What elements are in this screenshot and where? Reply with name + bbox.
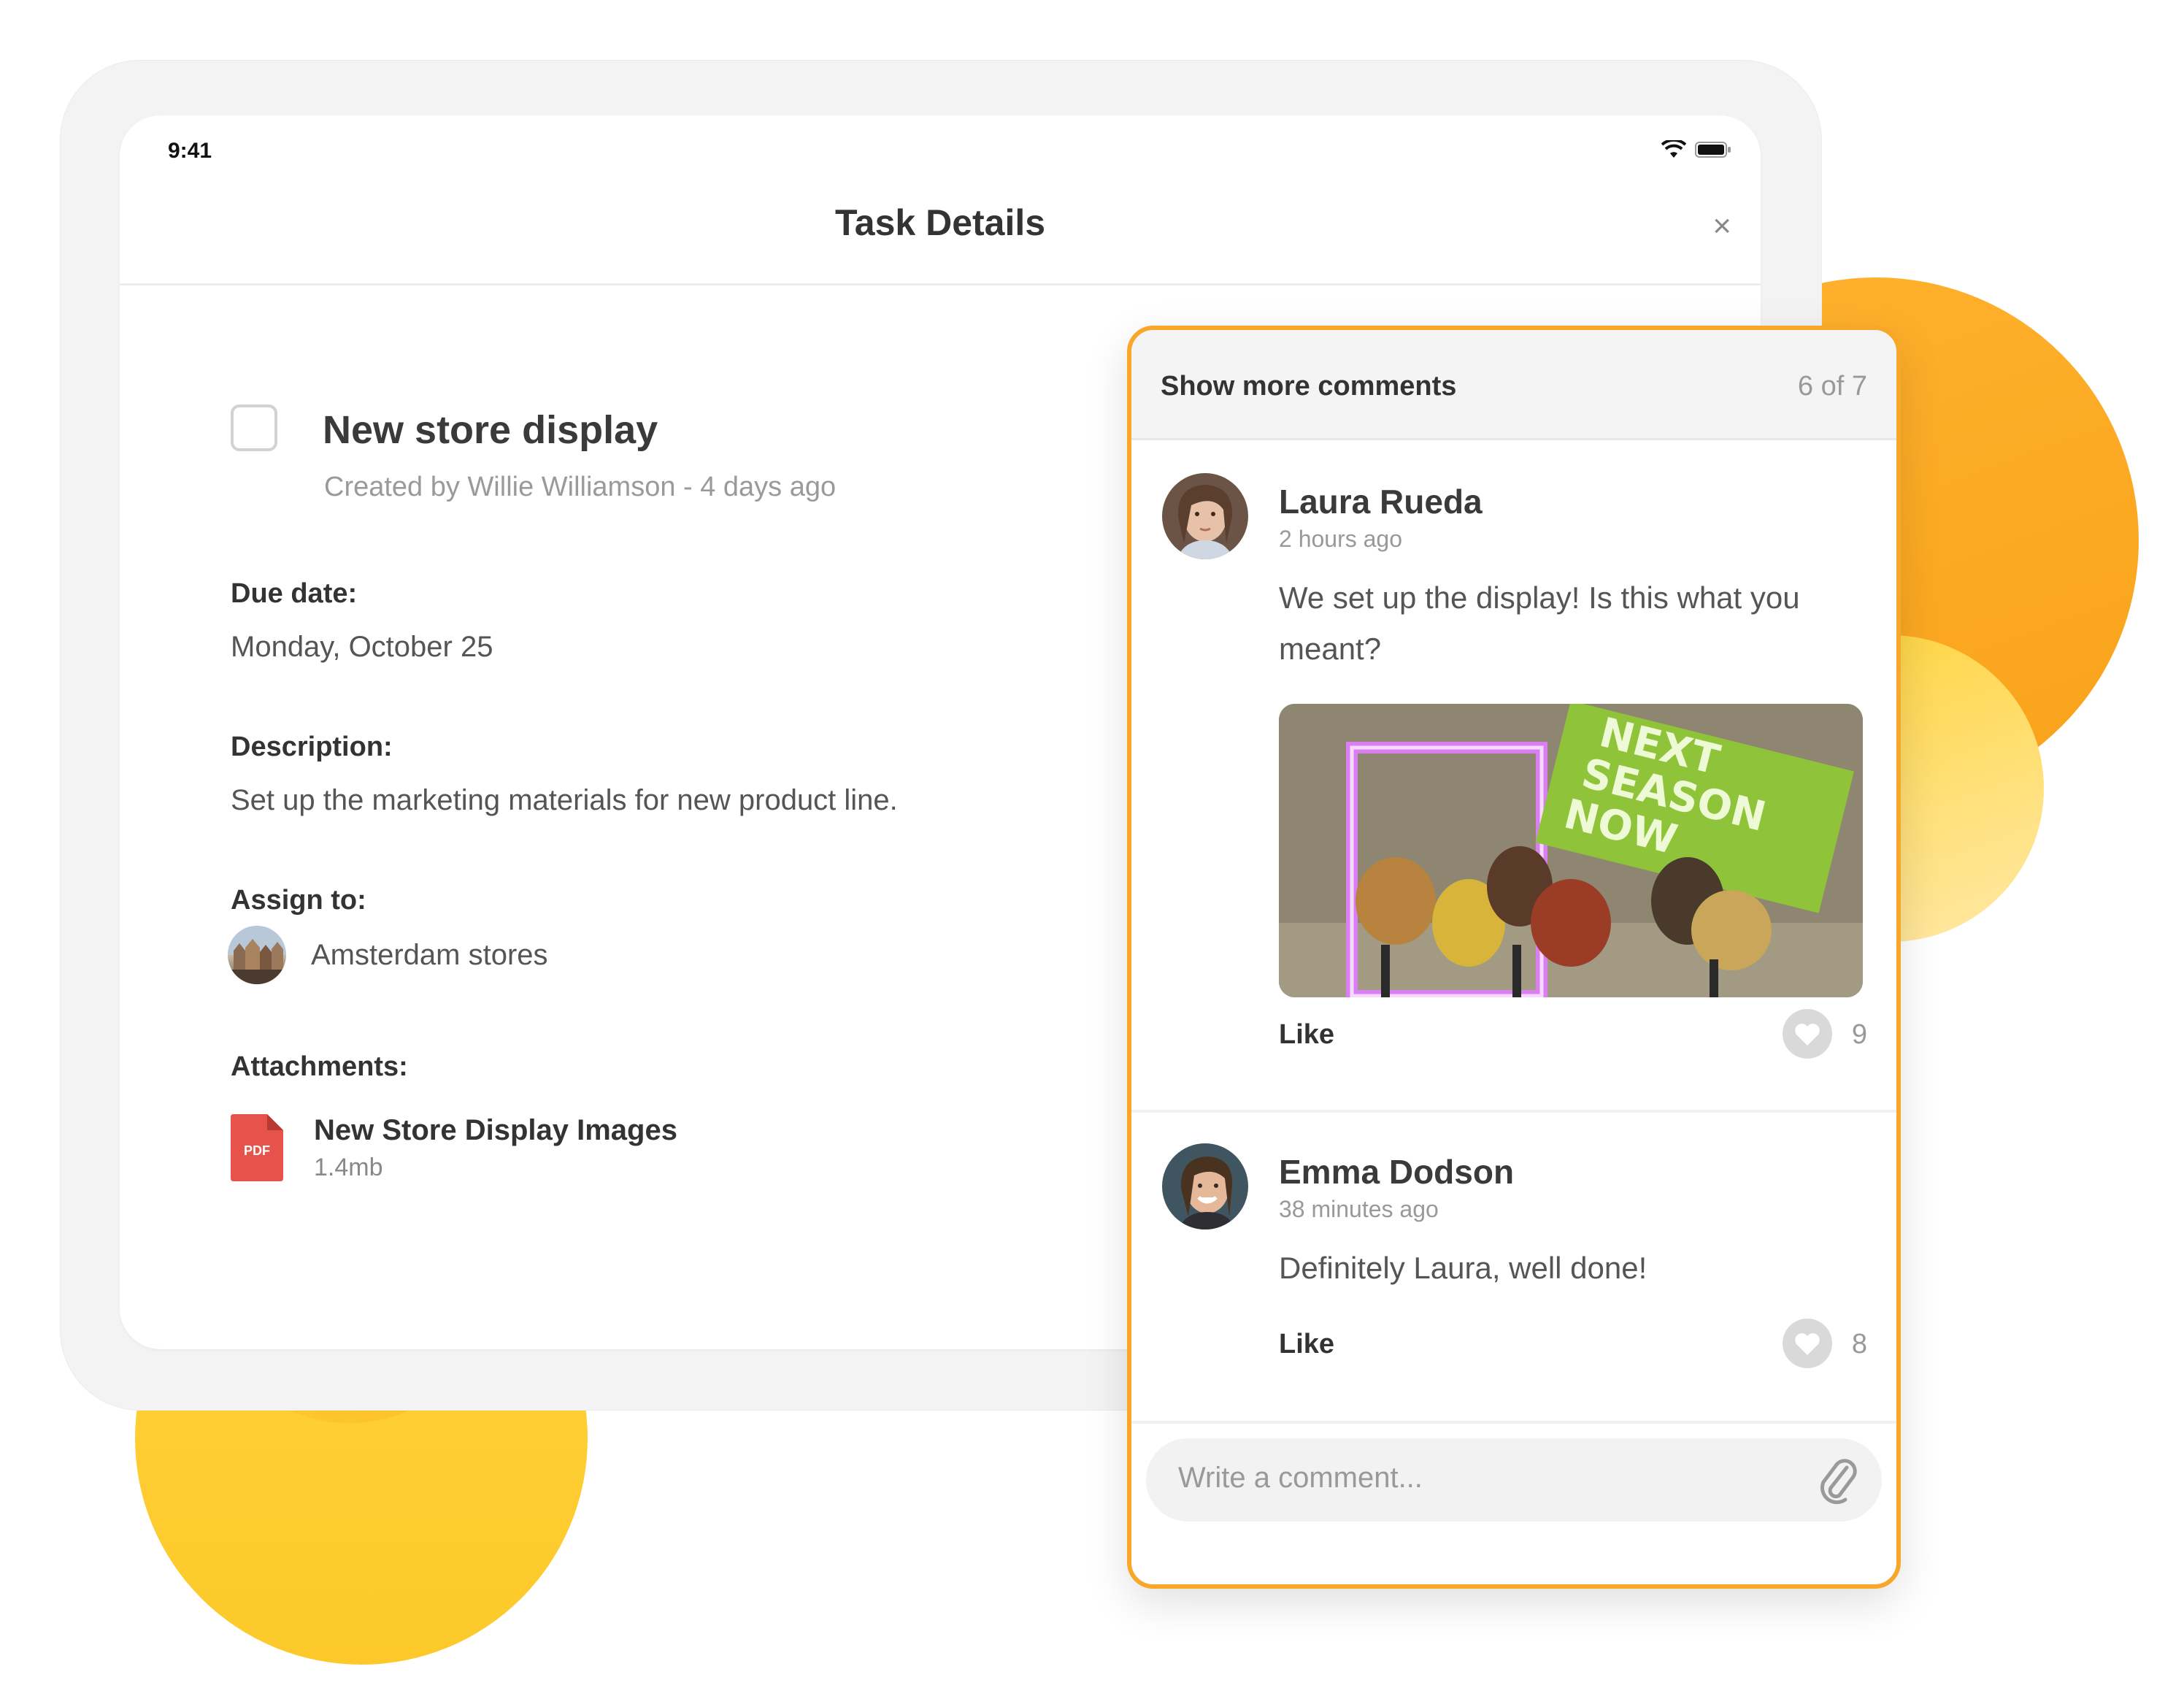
- like-button[interactable]: Like: [1279, 1329, 1334, 1360]
- show-more-comments-button[interactable]: Show more comments: [1161, 371, 1456, 402]
- comments-count: 6 of 7: [1797, 371, 1867, 402]
- heart-icon[interactable]: [1783, 1319, 1832, 1368]
- comments-header: Show more comments 6 of 7: [1131, 330, 1896, 440]
- due-date-value: Monday, October 25: [231, 631, 493, 663]
- attachments-label: Attachments:: [231, 1051, 408, 1082]
- description-value: Set up the marketing materials for new p…: [231, 784, 898, 816]
- battery-icon: [1695, 142, 1731, 158]
- task-title: New store display: [323, 408, 658, 452]
- comment-text: We set up the display! Is this what you …: [1279, 580, 1800, 666]
- comment-time: 2 hours ago: [1279, 526, 1403, 552]
- wifi-icon: [1661, 140, 1686, 158]
- like-button[interactable]: Like: [1279, 1019, 1334, 1051]
- assignee-name[interactable]: Amsterdam stores: [311, 939, 548, 972]
- assignee-avatar: [228, 926, 286, 984]
- close-icon[interactable]: ×: [1712, 208, 1731, 244]
- comment-time: 38 minutes ago: [1279, 1196, 1439, 1222]
- paperclip-icon[interactable]: [1816, 1454, 1860, 1505]
- page-title: Task Details: [834, 202, 1046, 243]
- comment-photo[interactable]: NEXT SEASON NOW: [1279, 704, 1863, 997]
- comment-author: Emma Dodson: [1279, 1153, 1515, 1191]
- header-divider: [120, 283, 1761, 285]
- avatar: [1162, 1143, 1248, 1229]
- status-time: 9:41: [168, 139, 212, 163]
- pdf-icon[interactable]: PDF: [231, 1114, 283, 1181]
- status-icons: [1661, 140, 1731, 159]
- like-count: 8: [1851, 1329, 1867, 1359]
- like-count: 9: [1851, 1019, 1867, 1050]
- comment-author: Laura Rueda: [1279, 483, 1483, 521]
- avatar: [1162, 473, 1248, 559]
- comment-input[interactable]: Write a comment...: [1146, 1438, 1882, 1522]
- due-date-label: Due date:: [231, 578, 358, 609]
- comment-divider: [1131, 1421, 1896, 1424]
- attachment-size: 1.4mb: [314, 1154, 383, 1181]
- heart-icon[interactable]: [1783, 1009, 1832, 1059]
- task-complete-checkbox[interactable]: [231, 404, 277, 451]
- attachment-name[interactable]: New Store Display Images: [314, 1114, 677, 1147]
- comment-text: Definitely Laura, well done!: [1279, 1251, 1647, 1285]
- comments-panel: Show more comments 6 of 7 Laura Rueda 2 …: [1127, 326, 1901, 1589]
- pdf-badge: PDF: [244, 1143, 270, 1158]
- description-label: Description:: [231, 732, 393, 762]
- assign-label: Assign to:: [231, 885, 366, 916]
- comment-input-placeholder[interactable]: Write a comment...: [1178, 1462, 1423, 1495]
- close-button[interactable]: ×: [1712, 210, 1731, 242]
- task-meta: Created by Willie Williamson - 4 days ag…: [324, 472, 837, 502]
- comment-divider: [1131, 1110, 1896, 1113]
